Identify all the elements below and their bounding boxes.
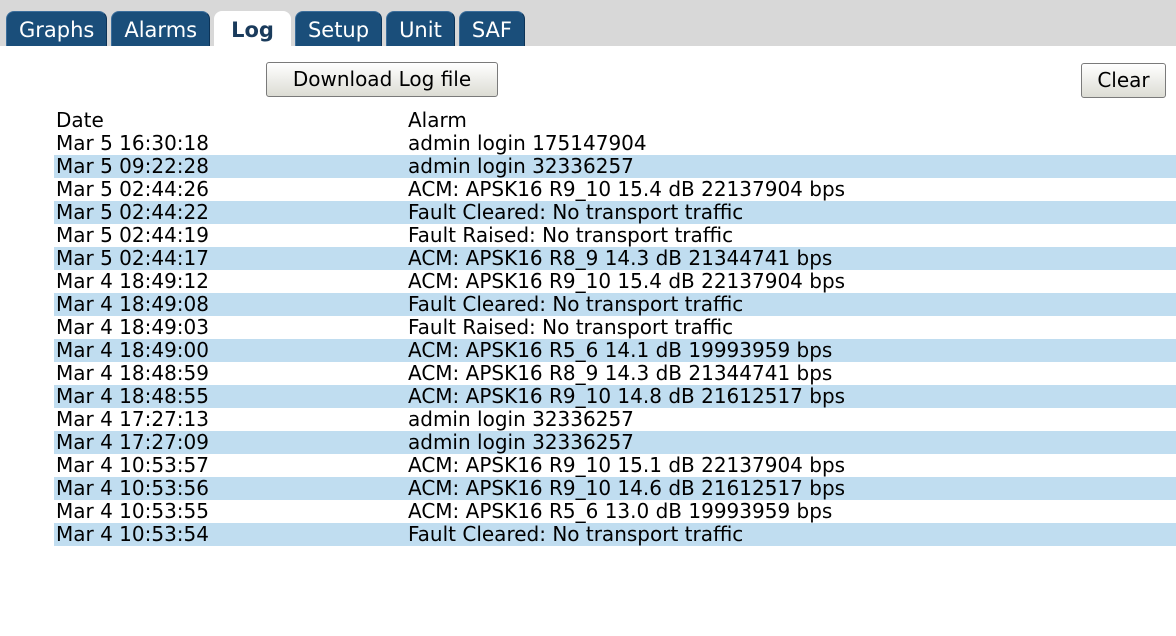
log-alarm-cell: admin login 32336257 <box>408 154 634 178</box>
download-log-button[interactable]: Download Log file <box>266 62 498 97</box>
tab-setup[interactable]: Setup <box>294 11 383 46</box>
tab-graphs[interactable]: Graphs <box>6 11 108 46</box>
table-header: Date Alarm <box>54 108 1176 132</box>
log-date-cell: Mar 4 18:49:12 <box>56 269 209 293</box>
table-row: Mar 5 02:44:26 ACM: APSK16 R9_10 15.4 dB … <box>54 178 1176 201</box>
log-date-cell: Mar 5 02:44:22 <box>56 200 209 224</box>
log-alarm-cell: ACM: APSK16 R8_9 14.3 dB 21344741 bps <box>408 246 833 270</box>
log-date-cell: Mar 4 18:49:08 <box>56 292 209 316</box>
tab-saf[interactable]: SAF <box>458 11 525 46</box>
log-alarm-cell: admin login 32336257 <box>408 407 634 431</box>
log-alarm-cell: Fault Cleared: No transport traffic <box>408 200 744 224</box>
log-date-cell: Mar 4 18:49:03 <box>56 315 209 339</box>
log-date-cell: Mar 4 10:53:57 <box>56 453 209 477</box>
log-table: Date Alarm Mar 5 16:30:18 admin login 175… <box>54 108 1176 546</box>
table-row: Mar 5 09:22:28 admin login 32336257 <box>54 155 1176 178</box>
tab-alarms[interactable]: Alarms <box>111 11 211 46</box>
tab-list: Graphs Alarms Log Setup Unit SAF <box>6 11 529 46</box>
table-row: Mar 5 16:30:18 admin login 175147904 <box>54 132 1176 155</box>
table-row: Mar 4 18:48:59 ACM: APSK16 R8_9 14.3 dB 2… <box>54 362 1176 385</box>
table-row: Mar 4 18:48:55 ACM: APSK16 R9_10 14.8 dB … <box>54 385 1176 408</box>
log-date-cell: Mar 4 18:48:55 <box>56 384 209 408</box>
table-row: Mar 4 10:53:57 ACM: APSK16 R9_10 15.1 dB … <box>54 454 1176 477</box>
column-header-alarm: Alarm <box>408 107 467 132</box>
table-row: Mar 4 18:49:03 Fault Raised: No transport… <box>54 316 1176 339</box>
log-date-cell: Mar 5 02:44:19 <box>56 223 209 247</box>
clear-log-button[interactable]: Clear <box>1081 63 1166 98</box>
table-row: Mar 4 10:53:54 Fault Cleared: No transpor… <box>54 523 1176 546</box>
log-date-cell: Mar 4 18:49:00 <box>56 338 209 362</box>
log-alarm-cell: ACM: APSK16 R5_6 13.0 dB 19993959 bps <box>408 499 833 523</box>
table-row: Mar 4 10:53:55 ACM: APSK16 R5_6 13.0 dB 1… <box>54 500 1176 523</box>
log-alarm-cell: admin login 32336257 <box>408 430 634 454</box>
column-header-date: Date <box>56 107 104 132</box>
log-alarm-cell: ACM: APSK16 R9_10 15.1 dB 22137904 bps <box>408 453 846 477</box>
log-date-cell: Mar 4 17:27:09 <box>56 430 209 454</box>
table-row: Mar 5 02:44:22 Fault Cleared: No transpor… <box>54 201 1176 224</box>
log-alarm-cell: ACM: APSK16 R9_10 15.4 dB 22137904 bps <box>408 269 846 293</box>
log-date-cell: Mar 5 02:44:26 <box>56 177 209 201</box>
table-row: Mar 5 02:44:17 ACM: APSK16 R8_9 14.3 dB 2… <box>54 247 1176 270</box>
log-alarm-cell: ACM: APSK16 R9_10 15.4 dB 22137904 bps <box>408 177 846 201</box>
log-date-cell: Mar 4 10:53:55 <box>56 499 209 523</box>
table-row: Mar 4 10:53:56 ACM: APSK16 R9_10 14.6 dB … <box>54 477 1176 500</box>
tab-bar: Graphs Alarms Log Setup Unit SAF <box>0 0 1176 46</box>
log-alarm-cell: Fault Raised: No transport traffic <box>408 223 734 247</box>
table-row: Mar 4 18:49:00 ACM: APSK16 R5_6 14.1 dB 1… <box>54 339 1176 362</box>
log-alarm-cell: admin login 175147904 <box>408 131 647 155</box>
log-alarm-cell: ACM: APSK16 R5_6 14.1 dB 19993959 bps <box>408 338 833 362</box>
log-alarm-cell: Fault Cleared: No transport traffic <box>408 522 744 546</box>
log-alarm-cell: Fault Raised: No transport traffic <box>408 315 734 339</box>
table-row: Mar 5 02:44:19 Fault Raised: No transport… <box>54 224 1176 247</box>
log-date-cell: Mar 5 09:22:28 <box>56 154 209 178</box>
log-date-cell: Mar 5 16:30:18 <box>56 131 209 155</box>
table-row: Mar 4 17:27:09 admin login 32336257 <box>54 431 1176 454</box>
log-alarm-cell: ACM: APSK16 R9_10 14.8 dB 21612517 bps <box>408 384 846 408</box>
log-alarm-cell: Fault Cleared: No transport traffic <box>408 292 744 316</box>
log-rows: Mar 5 16:30:18 admin login 175147904 Mar 5… <box>54 132 1176 546</box>
tab-unit[interactable]: Unit <box>386 11 455 46</box>
log-alarm-cell: ACM: APSK16 R8_9 14.3 dB 21344741 bps <box>408 361 833 385</box>
log-alarm-cell: ACM: APSK16 R9_10 14.6 dB 21612517 bps <box>408 476 846 500</box>
tab-log[interactable]: Log <box>214 11 291 46</box>
table-row: Mar 4 17:27:13 admin login 32336257 <box>54 408 1176 431</box>
log-date-cell: Mar 5 02:44:17 <box>56 246 209 270</box>
table-row: Mar 4 18:49:08 Fault Cleared: No transpor… <box>54 293 1176 316</box>
log-date-cell: Mar 4 10:53:54 <box>56 522 209 546</box>
table-row: Mar 4 18:49:12 ACM: APSK16 R9_10 15.4 dB … <box>54 270 1176 293</box>
log-date-cell: Mar 4 10:53:56 <box>56 476 209 500</box>
log-date-cell: Mar 4 18:48:59 <box>56 361 209 385</box>
log-date-cell: Mar 4 17:27:13 <box>56 407 209 431</box>
